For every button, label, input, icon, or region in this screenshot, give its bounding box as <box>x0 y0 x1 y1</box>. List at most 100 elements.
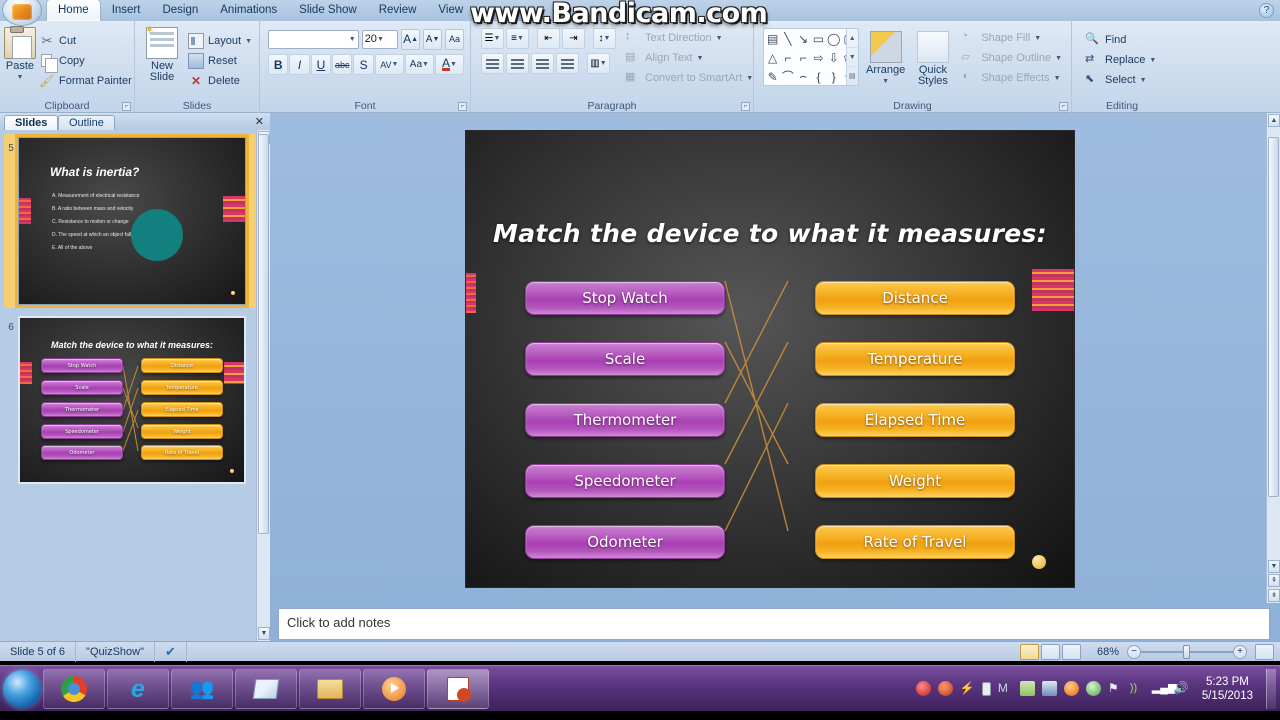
pill-thermometer[interactable]: Thermometer <box>525 403 725 437</box>
underline-button[interactable]: U <box>310 54 332 75</box>
right-brace-shape-icon[interactable]: } <box>827 68 840 85</box>
slides-scroll-thumb[interactable] <box>258 134 269 534</box>
triangle-shape-icon[interactable]: △ <box>766 49 779 66</box>
slide-scroll-up[interactable]: ▲ <box>1268 114 1280 127</box>
find-button[interactable]: 🔍 Find <box>1082 30 1168 50</box>
grow-font-button[interactable]: A ▲ <box>401 28 421 50</box>
antenna-icon[interactable]: )) <box>1130 681 1145 696</box>
left-brace-shape-icon[interactable]: { <box>812 68 825 85</box>
convert-to-smartart-button[interactable]: ▦ Convert to SmartArt ▼ <box>622 68 756 88</box>
decrease-indent-button[interactable]: ⇤ <box>537 28 560 49</box>
tab-design[interactable]: Design <box>151 0 209 21</box>
mcafee-icon[interactable]: M <box>998 681 1013 696</box>
display-icon[interactable] <box>1041 681 1057 696</box>
arrow-shape-icon[interactable]: ↘ <box>797 30 810 47</box>
slide-thumbnail-5-frame[interactable]: What is inertia? A. Measurement of elect… <box>15 134 249 308</box>
firefox-icon[interactable] <box>1063 681 1079 696</box>
paste-button[interactable]: Paste ▼ <box>4 24 36 98</box>
tab-home[interactable]: Home <box>46 0 101 21</box>
tab-slides[interactable]: Slides <box>4 115 59 130</box>
shapes-scroll-more[interactable]: ▤ <box>847 67 858 85</box>
drawing-dialog-launcher[interactable]: ⌐ <box>1059 102 1068 111</box>
layout-button[interactable]: Layout ▼ <box>185 31 255 51</box>
numbering-button[interactable]: ≡ ▼ <box>506 28 529 49</box>
shapes-scrollbar[interactable]: ▲ ▼ ▤ <box>845 29 858 85</box>
elbow-arrow-icon[interactable]: ⌐ <box>797 49 810 66</box>
spellcheck-icon[interactable]: ✔ <box>155 641 187 662</box>
slides-scroll-down[interactable]: ▼ <box>258 627 270 640</box>
quick-styles-button[interactable]: Quick Styles <box>913 28 954 87</box>
shape-effects-button[interactable]: ◖ Shape Effects ▼ <box>958 68 1065 88</box>
tab-review[interactable]: Review <box>368 0 428 21</box>
taskbar-file-explorer[interactable] <box>299 668 361 709</box>
change-case-button[interactable]: Aa ▼ <box>404 54 434 75</box>
freeform-shape-icon[interactable]: ✎ <box>766 68 779 85</box>
font-dialog-launcher[interactable]: ⌐ <box>458 102 467 111</box>
slide-sorter-button[interactable] <box>1040 643 1060 660</box>
taskbar-internet-explorer[interactable]: e <box>107 668 169 709</box>
pill-weight[interactable]: Weight <box>815 464 1015 498</box>
increase-indent-button[interactable]: ⇥ <box>562 28 585 49</box>
mail-icon[interactable] <box>1019 681 1035 696</box>
start-orb[interactable] <box>3 669 41 708</box>
network-icon[interactable]: ▂▄▆ <box>1152 681 1177 696</box>
oval-shape-icon[interactable]: ◯ <box>827 30 840 47</box>
align-text-button[interactable]: ▤ Align Text ▼ <box>622 48 756 68</box>
slide-thumbnail-6[interactable]: 6 Match the device to what it measures: <box>4 316 256 484</box>
pill-stop-watch[interactable]: Stop Watch <box>525 281 725 315</box>
new-slide-button[interactable]: ✶ New Slide <box>139 23 185 98</box>
font-size-input[interactable]: 20 ▼ <box>361 29 399 49</box>
align-left-button[interactable] <box>481 53 504 74</box>
elbow-connector-icon[interactable]: ⌐ <box>781 49 794 66</box>
character-spacing-button[interactable]: AV ▼ <box>374 54 404 75</box>
pill-odometer[interactable]: Odometer <box>525 525 725 559</box>
paragraph-dialog-launcher[interactable]: ⌐ <box>741 102 750 111</box>
slide-scroll-thumb[interactable] <box>1268 137 1279 497</box>
normal-view-button[interactable] <box>1019 643 1039 660</box>
tab-outline[interactable]: Outline <box>58 115 115 130</box>
slide-area-scrollbar[interactable]: ▲ ▼ ⇞ ⇟ <box>1266 113 1280 603</box>
show-desktop-button[interactable] <box>1266 668 1276 709</box>
zoom-out-button[interactable]: − <box>1127 644 1141 659</box>
text-shadow-button[interactable]: S <box>353 54 374 75</box>
shape-outline-button[interactable]: ▱ Shape Outline ▼ <box>958 48 1065 68</box>
columns-button[interactable]: ▥ ▼ <box>587 53 610 74</box>
clear-formatting-button[interactable]: Aa <box>445 28 464 50</box>
line-shape-icon[interactable]: ╲ <box>781 30 794 47</box>
shapes-scroll-up[interactable]: ▲ <box>846 29 858 48</box>
replace-button[interactable]: ⇄ Replace ▼ <box>1082 50 1168 70</box>
previous-slide-button[interactable]: ⇞ <box>1268 574 1280 587</box>
arrange-button[interactable]: Arrange ▼ <box>864 28 908 87</box>
arc-shape-icon[interactable]: ⌢ <box>797 68 810 85</box>
pill-speedometer[interactable]: Speedometer <box>525 464 725 498</box>
pill-rate-of-travel[interactable]: Rate of Travel <box>815 525 1015 559</box>
zoom-slider-handle[interactable] <box>1183 644 1190 659</box>
format-painter-button[interactable]: 🖌 Format Painter <box>36 71 135 91</box>
slides-panel-scrollbar[interactable]: ▲ ▼ <box>256 130 270 641</box>
line-spacing-button[interactable]: ↕ ▼ <box>593 28 616 49</box>
shapes-gallery[interactable]: ▤ ╲ ↘ ▭ ◯ ▢ △ ⌐ ⌐ ⇨ ⇩ <box>763 28 859 86</box>
layout-caret-icon[interactable]: ▼ <box>245 38 252 45</box>
pill-scale[interactable]: Scale <box>525 342 725 376</box>
tab-animations[interactable]: Animations <box>209 0 288 21</box>
pill-temperature[interactable]: Temperature <box>815 342 1015 376</box>
record-icon[interactable] <box>915 681 931 696</box>
shape-fill-button[interactable]: ◔ Shape Fill ▼ <box>958 28 1065 48</box>
zoom-in-button[interactable]: + <box>1233 644 1247 659</box>
slide-scroll-down[interactable]: ▼ <box>1268 560 1280 573</box>
next-slide-button[interactable]: ⇟ <box>1268 589 1280 602</box>
align-center-button[interactable] <box>506 53 529 74</box>
notes-pane[interactable]: Click to add notes <box>278 608 1270 640</box>
clock[interactable]: 5:23 PM 5/15/2013 <box>1196 675 1259 703</box>
bandicam-icon[interactable] <box>937 681 953 696</box>
bullets-button[interactable]: ☰ ▼ <box>481 28 504 49</box>
delete-slide-button[interactable]: ✕ Delete <box>185 71 255 91</box>
slide-thumbnail-6-frame[interactable]: Match the device to what it measures: St… <box>18 316 246 484</box>
help-icon[interactable]: ? <box>1259 3 1274 18</box>
slide-show-button[interactable] <box>1061 643 1081 660</box>
align-right-button[interactable] <box>531 53 554 74</box>
tab-insert[interactable]: Insert <box>101 0 152 21</box>
paste-caret-icon[interactable]: ▼ <box>17 72 24 83</box>
safety-icon[interactable] <box>1085 681 1101 696</box>
strikethrough-button[interactable]: abc <box>332 54 353 75</box>
